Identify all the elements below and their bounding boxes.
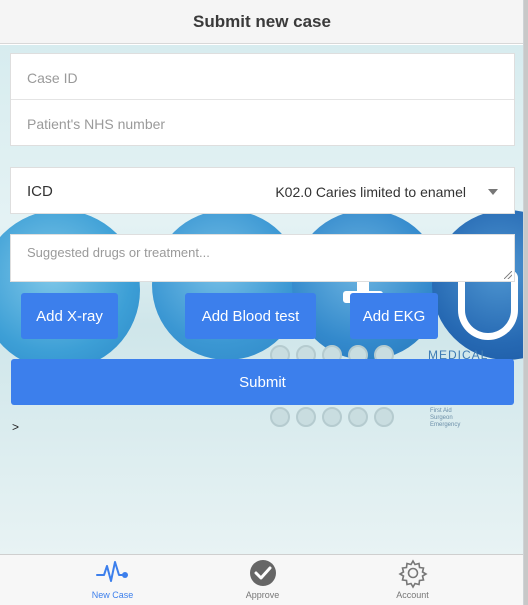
add-ekg-button[interactable]: Add EKG [350,293,438,339]
tab-account[interactable]: Account [325,555,500,605]
app-frame: Submit new case MEDICAL Dentist First Ai… [0,0,524,605]
case-id-placeholder: Case ID [27,70,78,86]
prompt-text: > [12,420,20,434]
scrollbar[interactable] [524,0,528,605]
bg-word: Emergency [430,422,461,428]
add-blood-test-button[interactable]: Add Blood test [185,293,316,339]
gear-icon [397,559,428,589]
submit-button[interactable]: Submit [11,359,514,405]
tab-account-label: Account [396,590,429,600]
bg-dot [296,407,316,427]
icd-selected-value: K02.0 Caries limited to enamel [275,184,466,200]
bottom-tab-bar: New Case Approve Account [0,554,523,605]
bg-word: First Aid [430,408,452,414]
treatment-placeholder: Suggested drugs or treatment... [27,245,210,260]
bg-dot [322,407,342,427]
nhs-number-field[interactable]: Patient's NHS number [11,100,514,146]
page-title: Submit new case [193,11,331,31]
case-input-group: Case ID Patient's NHS number [10,53,515,146]
icd-select[interactable]: ICD K02.0 Caries limited to enamel [10,167,515,214]
icd-label: ICD [27,183,53,200]
bg-small-words: Dentist First Aid Surgeon Emergency [430,401,460,429]
tab-new-case-label: New Case [91,590,134,600]
bg-dot [348,407,368,427]
case-id-field[interactable]: Case ID [11,54,514,100]
nhs-number-placeholder: Patient's NHS number [27,116,166,132]
treatment-textarea[interactable]: Suggested drugs or treatment... [10,234,515,282]
checkmark-circle-icon [249,560,276,586]
resize-handle-icon[interactable] [504,271,512,279]
app-header: Submit new case [0,0,523,44]
bg-word: Surgeon [430,415,453,421]
chevron-down-icon [488,189,498,195]
bg-dot [270,407,290,427]
scrollbar-thumb[interactable] [524,0,528,605]
tab-approve-label: Approve [245,590,280,600]
add-xray-button[interactable]: Add X-ray [21,293,118,339]
bg-dot [374,407,394,427]
heartbeat-icon [95,561,128,582]
tab-approve[interactable]: Approve [175,555,350,605]
tab-new-case[interactable]: New Case [25,555,200,605]
